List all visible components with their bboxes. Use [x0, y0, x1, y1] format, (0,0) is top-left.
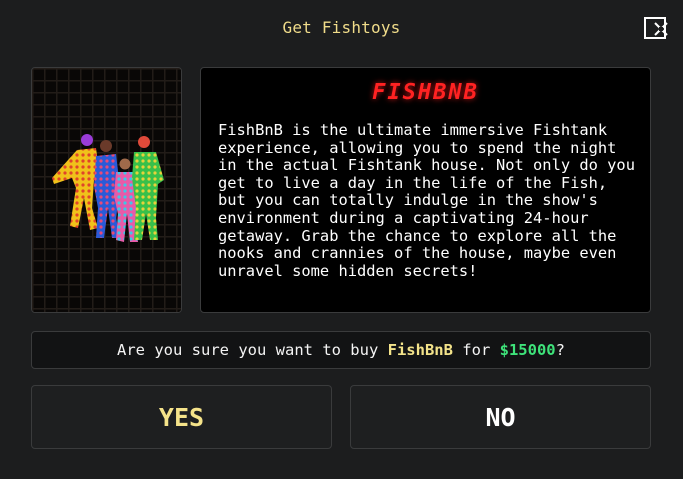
product-description: FishBnB is the ultimate immersive Fishta… [218, 121, 635, 280]
confirm-middle: for [452, 341, 500, 359]
confirm-prefix: Are you sure you want to buy [117, 341, 388, 359]
close-x-icon [654, 22, 668, 36]
confirm-price: $15000 [499, 341, 556, 359]
fishbnb-logo: FISHBNB [372, 80, 479, 105]
close-button[interactable] [644, 17, 668, 39]
confirm-message: Are you sure you want to buy FishBnB for… [31, 331, 651, 369]
no-button[interactable]: NO [350, 385, 651, 449]
dialog-title: Get Fishtoys [282, 18, 401, 37]
product-image [31, 67, 182, 313]
yes-button[interactable]: YES [31, 385, 332, 449]
purchase-dialog: Get Fishtoys FISHBNB FishBnB is the ulti… [0, 0, 683, 479]
confirm-suffix: ? [555, 341, 565, 359]
fishbnb-characters-image [32, 68, 181, 312]
description-panel: FISHBNB FishBnB is the ultimate immersiv… [200, 67, 651, 313]
confirm-item-name: FishBnB [387, 341, 453, 359]
